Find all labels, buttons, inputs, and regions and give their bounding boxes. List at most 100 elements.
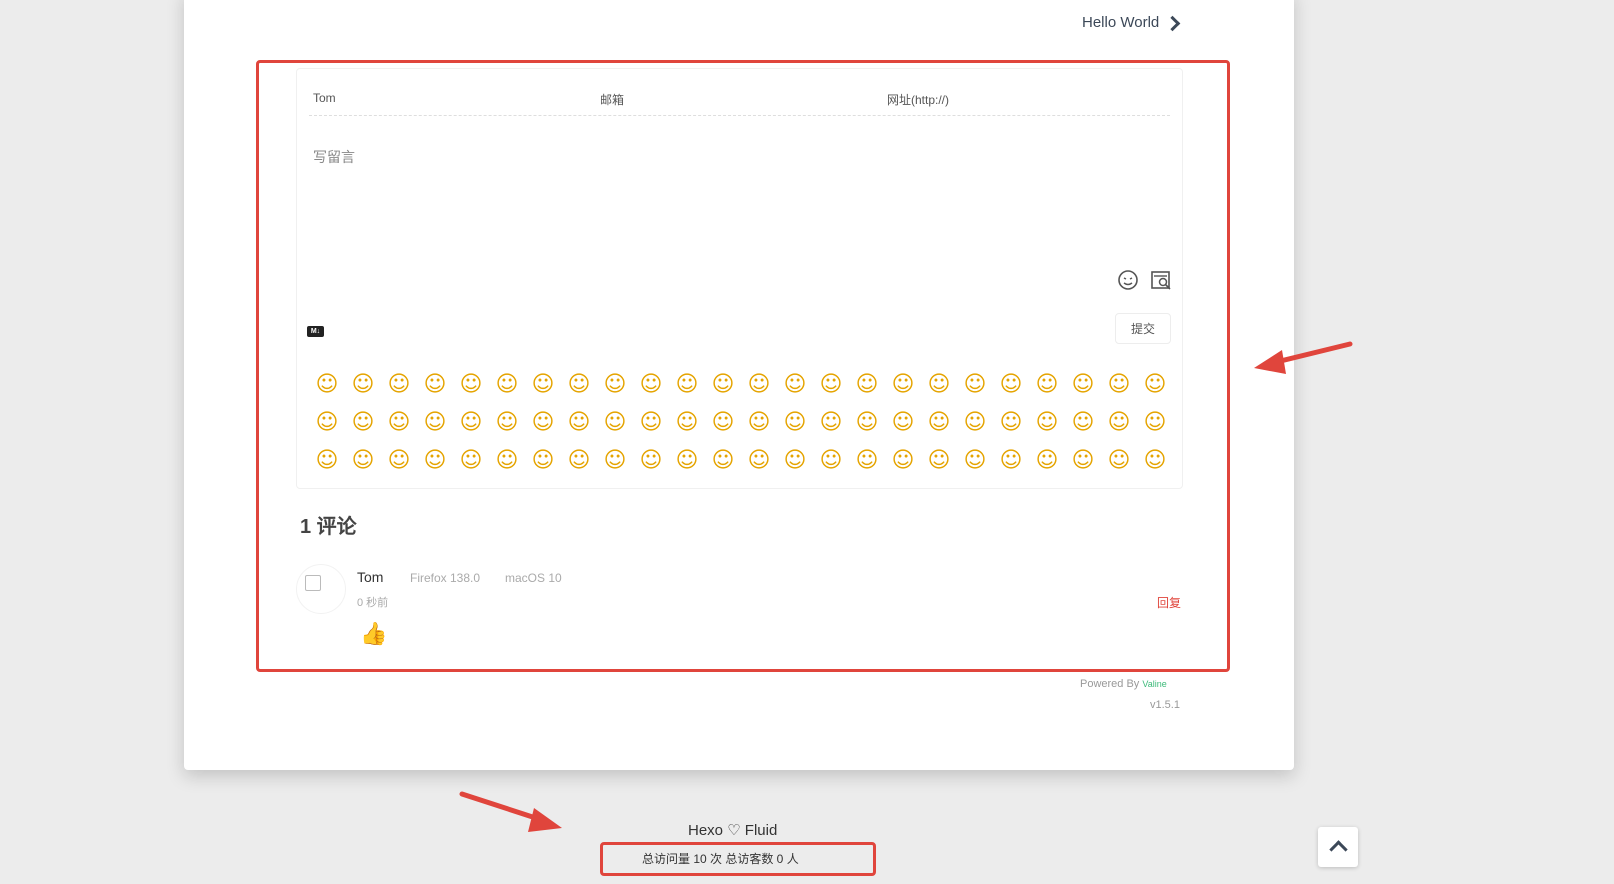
emoji-grid: ☺ ☺ ☺ ☺ ☺ ☺ ☺ ☺ ☺ ☺ ☺ ☺ ☺ ☺ ☺ ☺ ☺ ☺ ☺ ☺ ☺ ☺ ☺ ☺ ☺ ☺ ☺ ☺ ☺ ☺ ☺ ☺ ☺ ☺ ☺ ☺ ☺ ☺ ☺ ☺… [309, 365, 1179, 479]
emoji-option[interactable]: ☺ [417, 403, 453, 441]
emoji-option[interactable]: ☺ [525, 403, 561, 441]
emoji-option[interactable]: ☺ [1137, 441, 1173, 479]
valine-link[interactable]: Valine [1142, 679, 1166, 689]
emoji-option[interactable]: ☺ [669, 441, 705, 479]
name-field[interactable]: Tom [309, 83, 596, 115]
emoji-option[interactable]: ☺ [993, 365, 1029, 403]
emoji-option[interactable]: ☺ [813, 441, 849, 479]
emoji-option[interactable]: ☺ [1137, 403, 1173, 441]
emoji-option[interactable]: ☺ [561, 365, 597, 403]
emoji-option[interactable]: ☺ [813, 403, 849, 441]
emoji-option[interactable]: ☺ [705, 403, 741, 441]
emoji-option[interactable]: ☺ [1065, 365, 1101, 403]
emoji-option[interactable]: ☺ [345, 441, 381, 479]
emoji-option[interactable]: ☺ [381, 441, 417, 479]
emoji-option[interactable]: ☺ [1065, 403, 1101, 441]
footer-brand[interactable]: Hexo ♡ Fluid [688, 821, 777, 839]
emoji-option[interactable]: ☺ [777, 441, 813, 479]
emoji-option[interactable]: ☺ [885, 441, 921, 479]
comment-time: 0 秒前 [357, 597, 389, 609]
emoji-option[interactable]: ☺ [741, 365, 777, 403]
emoji-option[interactable]: ☺ [957, 441, 993, 479]
emoji-option[interactable]: ☺ [453, 441, 489, 479]
submit-button[interactable]: 提交 [1115, 313, 1171, 344]
emoji-option[interactable]: ☺ [957, 403, 993, 441]
emoji-option[interactable]: ☺ [417, 441, 453, 479]
comment-count-title: 1 评论 [300, 516, 357, 538]
emoji-option[interactable]: ☺ [489, 403, 525, 441]
footer-stats: 总访问量 10 次 总访客数 0 人 [642, 852, 799, 866]
emoji-option[interactable]: ☺ [1137, 365, 1173, 403]
emoji-option[interactable]: ☺ [885, 365, 921, 403]
emoji-option[interactable]: ☺ [957, 365, 993, 403]
emoji-option[interactable]: ☺ [597, 441, 633, 479]
emoji-option[interactable]: ☺ [597, 365, 633, 403]
emoji-option[interactable]: ☺ [561, 403, 597, 441]
emoji-option[interactable]: ☺ [309, 403, 345, 441]
emoji-option[interactable]: ☺ [453, 403, 489, 441]
emoji-option[interactable]: ☺ [633, 365, 669, 403]
emoji-option[interactable]: ☺ [525, 365, 561, 403]
emoji-option[interactable]: ☺ [849, 403, 885, 441]
arrow-bottom [459, 791, 562, 832]
emoji-option[interactable]: ☺ [1065, 441, 1101, 479]
chevron-right-icon [1164, 15, 1181, 31]
scroll-to-top-button[interactable] [1318, 827, 1358, 867]
emoji-option[interactable]: ☺ [741, 403, 777, 441]
reply-link[interactable]: 回复 [1157, 594, 1181, 611]
emoji-option[interactable]: ☺ [921, 441, 957, 479]
url-field[interactable]: 网址(http://) [883, 83, 1170, 115]
preview-icon[interactable] [1150, 269, 1172, 291]
emoji-option[interactable]: ☺ [1101, 441, 1137, 479]
emoji-option[interactable]: ☺ [489, 365, 525, 403]
emoji-option[interactable]: ☺ [849, 365, 885, 403]
powered-by: Powered By Valine [1080, 678, 1167, 690]
emoji-option[interactable]: ☺ [597, 403, 633, 441]
chevron-up-icon [1329, 840, 1348, 859]
markdown-icon[interactable]: M↓ [307, 326, 324, 337]
emoji-option[interactable]: ☺ [1101, 403, 1137, 441]
emoji-option[interactable]: ☺ [345, 403, 381, 441]
emoji-option[interactable]: ☺ [777, 365, 813, 403]
emoji-option[interactable]: ☺ [849, 441, 885, 479]
email-field[interactable]: 邮箱 [596, 83, 883, 115]
emoji-option[interactable]: ☺ [885, 403, 921, 441]
powered-prefix: Powered By [1080, 678, 1140, 690]
emoji-option[interactable]: ☺ [705, 441, 741, 479]
emoji-option[interactable]: ☺ [993, 403, 1029, 441]
emoji-option[interactable]: ☺ [993, 441, 1029, 479]
emoji-picker-icon[interactable] [1117, 269, 1139, 291]
comment-textarea[interactable]: 写留言 [313, 147, 355, 167]
emoji-option[interactable]: ☺ [741, 441, 777, 479]
next-post-label[interactable]: Hello World [1082, 14, 1159, 31]
comment-browser: Firefox 138.0 [410, 571, 481, 585]
emoji-option[interactable]: ☺ [669, 403, 705, 441]
emoji-option[interactable]: ☺ [381, 365, 417, 403]
emoji-option[interactable]: ☺ [921, 365, 957, 403]
emoji-option[interactable]: ☺ [417, 365, 453, 403]
emoji-option[interactable]: ☺ [453, 365, 489, 403]
emoji-option[interactable]: ☺ [777, 403, 813, 441]
emoji-option[interactable]: ☺ [633, 441, 669, 479]
emoji-option[interactable]: ☺ [345, 365, 381, 403]
next-post-link[interactable]: Hello World [1082, 14, 1181, 31]
emoji-option[interactable]: ☺ [309, 441, 345, 479]
emoji-option[interactable]: ☺ [705, 365, 741, 403]
emoji-option[interactable]: ☺ [633, 403, 669, 441]
comment-form: Tom 邮箱 网址(http://) 写留言 M↓ 提交 ☺ ☺ ☺ ☺ ☺ ☺ ☺ ☺ ☺ ☺ ☺… [296, 68, 1183, 489]
emoji-option[interactable]: ☺ [669, 365, 705, 403]
emoji-option[interactable]: ☺ [561, 441, 597, 479]
emoji-option[interactable]: ☺ [1029, 365, 1065, 403]
emoji-option[interactable]: ☺ [1029, 441, 1065, 479]
comment-os: macOS 10 [505, 571, 562, 585]
emoji-option[interactable]: ☺ [381, 403, 417, 441]
comment-content: 👍 [360, 622, 388, 647]
emoji-option[interactable]: ☺ [813, 365, 849, 403]
comment-form-header: Tom 邮箱 网址(http://) [309, 83, 1170, 116]
emoji-option[interactable]: ☺ [489, 441, 525, 479]
emoji-option[interactable]: ☺ [921, 403, 957, 441]
emoji-option[interactable]: ☺ [1029, 403, 1065, 441]
emoji-option[interactable]: ☺ [309, 365, 345, 403]
emoji-option[interactable]: ☺ [1101, 365, 1137, 403]
emoji-option[interactable]: ☺ [525, 441, 561, 479]
